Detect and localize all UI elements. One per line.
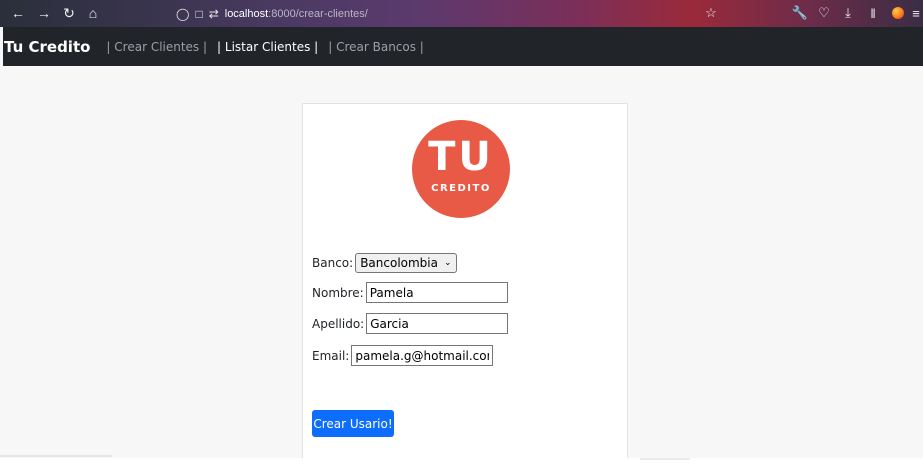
- tu-credito-logo: TU CREDITO: [412, 120, 510, 218]
- wrench-icon[interactable]: 🔧: [792, 4, 808, 22]
- crear-usuario-button[interactable]: Crear Usario!: [312, 410, 394, 437]
- bottom-edge-right: [640, 458, 690, 460]
- form-card: TU CREDITO Banco: Bancolombia ⌄ Nombre: …: [302, 103, 628, 469]
- email-input[interactable]: [351, 345, 494, 366]
- apellido-label: Apellido:: [312, 316, 365, 331]
- firefox-account-icon[interactable]: [890, 4, 906, 22]
- chevron-down-icon: ⌄: [444, 258, 452, 268]
- logo-text-main: TU: [428, 134, 494, 180]
- logo-text-sub: CREDITO: [431, 183, 491, 194]
- pocket-icon[interactable]: ♡: [816, 4, 832, 22]
- back-icon[interactable]: ←: [9, 4, 27, 22]
- banco-selected-value: Bancolombia: [360, 256, 438, 270]
- menu-icon[interactable]: ≡: [910, 4, 922, 22]
- banco-label: Banco:: [312, 256, 354, 270]
- bottom-edge-left: [0, 455, 112, 457]
- nav-link-listar-clientes[interactable]: | Listar Clientes |: [217, 40, 318, 54]
- library-icon[interactable]: ‖: [865, 4, 881, 22]
- bookmark-star-icon[interactable]: ☆: [703, 4, 719, 22]
- home-icon[interactable]: ⌂: [84, 4, 102, 22]
- nav-link-crear-clientes[interactable]: | Crear Clientes |: [106, 40, 207, 54]
- banco-row: Banco: Bancolombia ⌄: [312, 253, 457, 273]
- bottom-edge: [0, 458, 923, 469]
- page-icon: □: [195, 6, 203, 21]
- shield-icon[interactable]: ◯: [176, 7, 189, 21]
- forward-icon[interactable]: →: [35, 4, 53, 22]
- url-text[interactable]: localhost:8000/crear-clientes/: [225, 8, 368, 20]
- nombre-label: Nombre:: [312, 285, 364, 300]
- browser-toolbar: ← → ↻ ⌂ ◯ □ ⇄ localhost:8000/crear-clien…: [0, 0, 923, 27]
- banco-select[interactable]: Bancolombia ⌄: [355, 253, 457, 273]
- email-label: Email:: [312, 348, 350, 363]
- brand-link[interactable]: Tu Credito: [4, 38, 90, 56]
- email-row: Email:: [312, 345, 494, 366]
- nombre-row: Nombre:: [312, 282, 508, 303]
- app-navbar: Tu Credito | Crear Clientes | | Listar C…: [3, 27, 923, 66]
- download-icon[interactable]: ⤓: [840, 4, 856, 22]
- reload-icon[interactable]: ↻: [60, 4, 78, 22]
- apellido-row: Apellido:: [312, 313, 509, 334]
- permissions-icon[interactable]: ⇄: [209, 7, 219, 21]
- apellido-input[interactable]: [366, 313, 509, 334]
- nav-link-crear-bancos[interactable]: | Crear Bancos |: [328, 40, 424, 54]
- nombre-input[interactable]: [365, 282, 508, 303]
- url-bar[interactable]: ◯ □ ⇄ localhost:8000/crear-clientes/: [176, 5, 368, 22]
